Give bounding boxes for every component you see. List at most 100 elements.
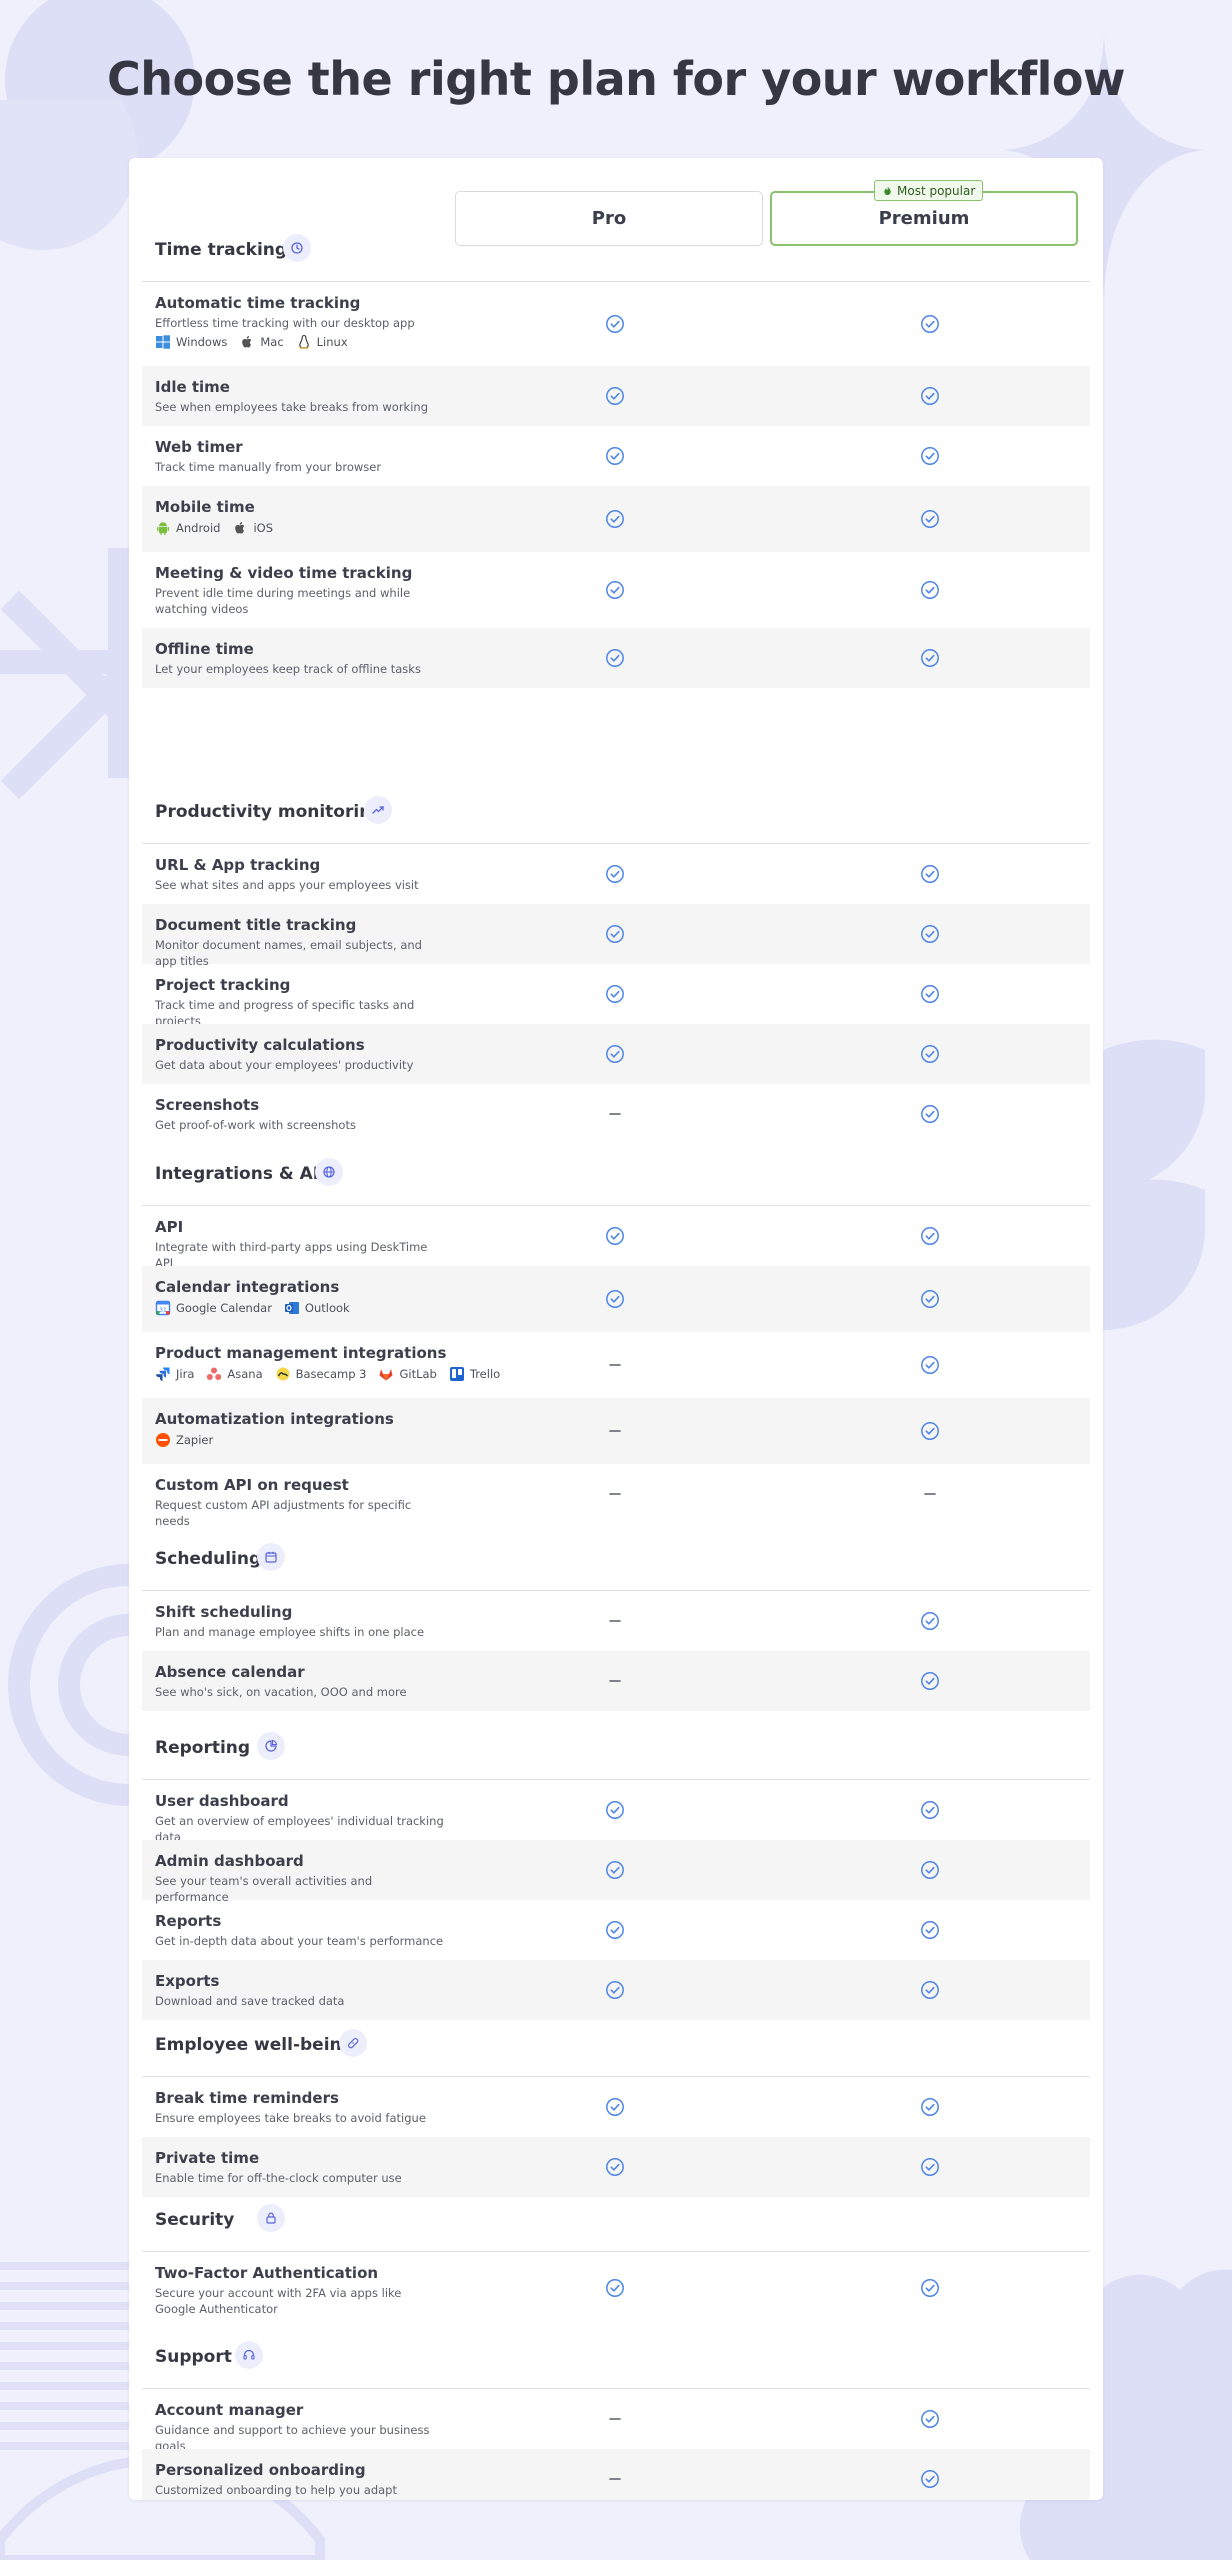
platform-list: Jira Asana Basecamp 3 GitLab Trello: [155, 1366, 512, 1382]
platform-list: Android iOS: [155, 520, 285, 536]
platform-label: Trello: [469, 1367, 501, 1381]
gitlab-icon: [378, 1366, 399, 1382]
feature-title: Automatization integrations: [155, 1410, 394, 1428]
pie-chart-icon: [257, 1732, 285, 1760]
feature-row-user-dashboard: User dashboard Get an overview of employe…: [142, 1780, 1090, 1844]
check-icon: [605, 446, 625, 466]
feature-title: Web timer: [155, 438, 243, 456]
check-icon: [920, 1980, 940, 2000]
feature-description: Track time manually from your browser: [155, 460, 382, 474]
platform-label: Outlook: [304, 1301, 350, 1315]
platform-chip: Zapier: [155, 1432, 213, 1448]
platform-chip: Trello: [449, 1366, 500, 1382]
feature-title: Two-Factor Authentication: [155, 2264, 379, 2282]
platform-label: Android: [176, 521, 221, 535]
check-icon: [605, 580, 625, 600]
dash-icon: [920, 1484, 940, 1504]
feature-row-shift-scheduling: Shift scheduling Plan and manage employee…: [142, 1591, 1090, 1651]
platform-chip: Basecamp 3: [275, 1366, 367, 1382]
feature-description: Get in-depth data about your team's perf…: [155, 1934, 444, 1948]
platform-chip: Linux: [296, 334, 348, 350]
feature-row-absence-calendar: Absence calendar See who's sick, on vacat…: [142, 1651, 1090, 1711]
platform-label: Basecamp 3: [295, 1367, 367, 1381]
check-icon: [920, 864, 940, 884]
check-icon: [920, 314, 940, 334]
check-icon: [920, 2469, 940, 2489]
feature-row-break-time-reminders: Break time reminders Ensure employees tak…: [142, 2077, 1090, 2137]
trello-icon: [449, 1366, 470, 1382]
platform-chip: Android: [155, 520, 220, 536]
platform-chip: Asana: [206, 1366, 263, 1382]
feature-title: Meeting & video time tracking: [155, 564, 413, 582]
feature-description: Ensure employees take breaks to avoid fa…: [155, 2111, 426, 2125]
feature-title: Reports: [155, 1912, 222, 1930]
platform-list: 31 Google Calendar Outlook: [155, 1300, 362, 1316]
feature-title: Custom API on request: [155, 1476, 349, 1494]
check-icon: [920, 1800, 940, 1820]
feature-description: Download and save tracked data: [155, 1994, 345, 2008]
feature-title: Productivity calculations: [155, 1036, 365, 1054]
feature-title: Idle time: [155, 378, 230, 396]
platform-label: Google Calendar: [176, 1301, 272, 1315]
feature-row-web-timer: Web timer Track time manually from your b…: [142, 426, 1090, 486]
plan-header-pro[interactable]: Pro: [455, 191, 763, 246]
check-icon: [920, 1044, 940, 1064]
feature-title: Account manager: [155, 2401, 304, 2419]
most-popular-badge: Most popular: [874, 180, 984, 201]
check-icon: [920, 580, 940, 600]
platform-chip: iOS: [232, 520, 273, 536]
dash-icon: [605, 1421, 625, 1441]
platform-label: iOS: [253, 521, 274, 535]
check-icon: [605, 2278, 625, 2298]
platform-chip: Jira: [155, 1366, 194, 1382]
check-icon: [605, 1860, 625, 1880]
dash-icon: [605, 1484, 625, 1504]
basecamp-icon: [275, 1366, 296, 1382]
check-icon: [920, 1920, 940, 1940]
feature-description: Request custom API adjustments for speci…: [155, 1498, 412, 1528]
check-icon: [920, 2409, 940, 2429]
feature-title: Offline time: [155, 640, 254, 658]
feature-row-productivity-calculations: Productivity calculations Get data about …: [142, 1024, 1090, 1084]
platform-chip: Mac: [239, 334, 284, 350]
jira-icon: [155, 1366, 176, 1382]
check-icon: [605, 2157, 625, 2177]
platform-chip: Windows: [155, 334, 227, 350]
apple-icon: [239, 334, 260, 350]
section-title-integrations-api: Integrations & API: [155, 1164, 332, 1184]
platform-label: Mac: [260, 335, 284, 349]
bandage-icon: [339, 2029, 367, 2057]
google-calendar-icon: 31: [155, 1300, 176, 1316]
check-icon: [605, 1289, 625, 1309]
platform-list: Zapier: [155, 1432, 225, 1448]
check-icon: [920, 386, 940, 406]
feature-row-api: API Integrate with third-party apps using…: [142, 1206, 1090, 1270]
globe-icon: [315, 1158, 343, 1186]
feature-description: Customized onboarding to help you adapt: [155, 2483, 397, 2497]
feature-title: Document title tracking: [155, 916, 357, 934]
headset-icon: [235, 2341, 263, 2369]
feature-row-admin-dashboard: Admin dashboard See your team's overall a…: [142, 1840, 1090, 1904]
section-title-scheduling: Scheduling: [155, 1549, 262, 1569]
dash-icon: [605, 1671, 625, 1691]
feature-title: Screenshots: [155, 1096, 260, 1114]
feature-description: Get data about your employees' productiv…: [155, 1058, 414, 1072]
feature-title: Mobile time: [155, 498, 255, 516]
dash-icon: [605, 1611, 625, 1631]
check-icon: [920, 2157, 940, 2177]
flame-icon: [884, 185, 891, 196]
feature-title: Personalized onboarding: [155, 2461, 366, 2479]
platform-chip: Outlook: [284, 1300, 350, 1316]
platform-label: Zapier: [176, 1433, 214, 1447]
feature-description: Secure your account with 2FA via apps li…: [155, 2286, 402, 2316]
section-title-security: Security: [155, 2210, 235, 2230]
feature-title: Automatic time tracking: [155, 294, 361, 312]
feature-row-account-manager: Account manager Guidance and support to a…: [142, 2389, 1090, 2453]
asana-icon: [206, 1366, 227, 1382]
dash-icon: [605, 1104, 625, 1124]
check-icon: [605, 509, 625, 529]
clock-icon: [283, 234, 311, 262]
feature-row-private-time: Private time Enable time for off-the-cloc…: [142, 2137, 1090, 2197]
platform-label: GitLab: [399, 1367, 437, 1381]
platform-label: Linux: [316, 335, 348, 349]
